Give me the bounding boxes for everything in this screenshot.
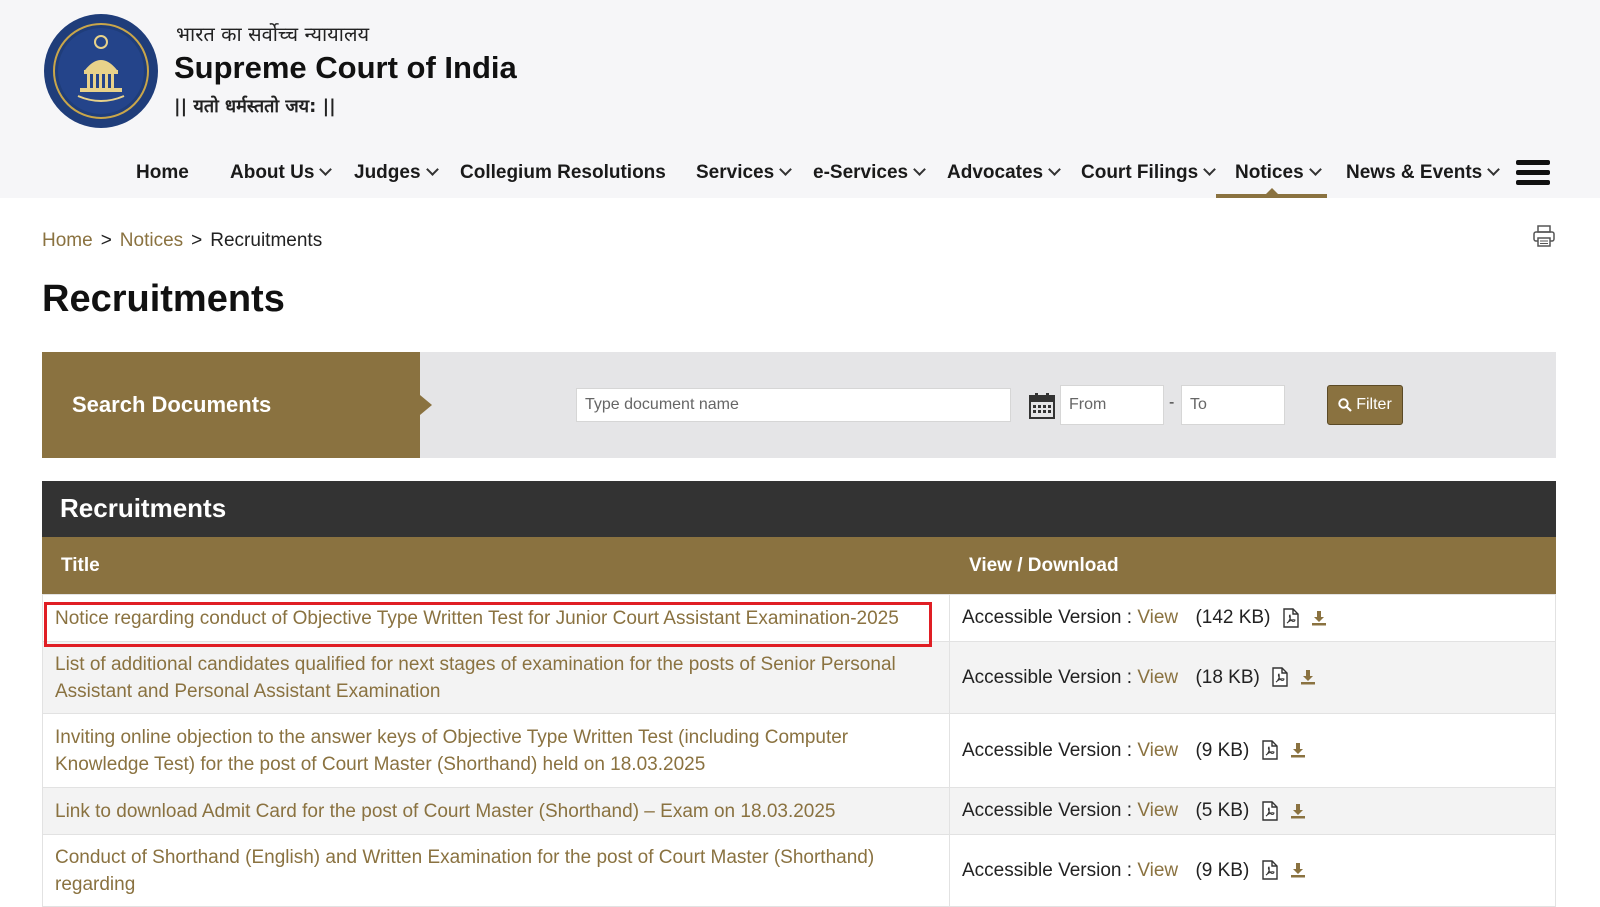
nav-label: e-Services xyxy=(813,162,909,183)
search-label-arrow xyxy=(420,395,432,415)
file-size: (5 KB) xyxy=(1195,800,1250,821)
nav-item-news-events[interactable]: News & Events xyxy=(1346,162,1501,184)
chevron-down-icon xyxy=(1487,163,1501,176)
pdf-icon[interactable] xyxy=(1271,667,1289,688)
download-icon[interactable] xyxy=(1300,669,1316,685)
filter-button-label: Filter xyxy=(1356,396,1392,413)
chevron-down-icon xyxy=(425,163,439,176)
column-header-view-download: View / Download xyxy=(969,555,1119,576)
table-row: Inviting online objection to the answer … xyxy=(42,713,1556,788)
print-icon[interactable] xyxy=(1532,224,1556,248)
nav-item-e-services[interactable]: e-Services xyxy=(813,162,926,184)
download-icon[interactable] xyxy=(1290,742,1306,758)
breadcrumb-notices[interactable]: Notices xyxy=(120,230,183,251)
file-size: (142 KB) xyxy=(1195,607,1271,628)
breadcrumb: Home > Notices > Recruitments xyxy=(42,230,322,252)
table-row: List of additional candidates qualified … xyxy=(42,641,1556,714)
table-header: Title View / Download xyxy=(42,537,1556,594)
site-title-hindi: भारत का सर्वोच्च न्यायालय xyxy=(176,22,370,46)
nav-item-home[interactable]: Home xyxy=(136,162,189,184)
download-icon[interactable] xyxy=(1290,803,1306,819)
view-link[interactable]: View xyxy=(1137,800,1178,821)
nav-label: Home xyxy=(136,162,189,183)
nav-label: Advocates xyxy=(947,162,1044,183)
active-nav-indicator xyxy=(1216,194,1327,198)
nav-label: Collegium Resolutions xyxy=(460,162,666,183)
page-title: Recruitments xyxy=(42,278,285,320)
pdf-icon[interactable] xyxy=(1261,740,1279,761)
main-nav: Home About Us Judges Collegium Resolutio… xyxy=(0,150,1600,198)
chevron-down-icon xyxy=(1308,163,1322,176)
nav-item-collegium-resolutions[interactable]: Collegium Resolutions xyxy=(460,162,666,184)
table-row: Conduct of Shorthand (English) and Writt… xyxy=(42,834,1556,907)
view-link[interactable]: View xyxy=(1137,667,1178,688)
accessible-version-label: Accessible Version : xyxy=(962,607,1133,628)
chevron-down-icon xyxy=(779,163,793,176)
nav-item-court-filings[interactable]: Court Filings xyxy=(1081,162,1217,184)
recruitments-panel: Recruitments Title View / Download Notic… xyxy=(42,481,1556,907)
download-icon[interactable] xyxy=(1311,610,1327,626)
hamburger-icon[interactable] xyxy=(1516,160,1550,186)
document-title-link[interactable]: Notice regarding conduct of Objective Ty… xyxy=(55,608,899,629)
view-link[interactable]: View xyxy=(1137,740,1178,761)
pdf-icon[interactable] xyxy=(1261,860,1279,881)
nav-label: Court Filings xyxy=(1081,162,1199,183)
file-size: (18 KB) xyxy=(1195,666,1260,688)
breadcrumb-separator: > xyxy=(191,230,203,251)
download-icon[interactable] xyxy=(1290,862,1306,878)
table-row: Link to download Admit Card for the post… xyxy=(42,787,1556,835)
nav-item-advocates[interactable]: Advocates xyxy=(947,162,1061,184)
nav-label: Services xyxy=(696,162,775,183)
column-header-title: Title xyxy=(61,555,100,576)
chevron-down-icon xyxy=(1048,163,1061,176)
accessible-version-label: Accessible Version : xyxy=(962,859,1133,881)
pdf-icon[interactable] xyxy=(1261,801,1279,821)
table-row: Notice regarding conduct of Objective Ty… xyxy=(42,594,1556,642)
date-from-input[interactable] xyxy=(1060,385,1164,425)
search-documents-label: Search Documents xyxy=(72,392,272,417)
nav-item-judges[interactable]: Judges xyxy=(354,162,439,184)
supreme-court-emblem-logo[interactable] xyxy=(42,12,160,130)
file-size: (9 KB) xyxy=(1195,739,1250,761)
nav-item-notices[interactable]: Notices xyxy=(1235,162,1322,184)
panel-heading: Recruitments xyxy=(42,481,1556,537)
pdf-icon[interactable] xyxy=(1282,608,1300,628)
search-documents-panel: Search Documents - Filter xyxy=(42,352,1556,458)
breadcrumb-current: Recruitments xyxy=(210,230,323,251)
nav-label: News & Events xyxy=(1346,162,1483,183)
nav-label: About Us xyxy=(230,162,315,183)
nav-item-about-us[interactable]: About Us xyxy=(230,162,333,184)
date-range-separator: - xyxy=(1169,394,1175,411)
chevron-down-icon xyxy=(1203,163,1217,176)
accessible-version-label: Accessible Version : xyxy=(962,800,1133,821)
nav-label: Notices xyxy=(1235,162,1304,183)
document-name-input[interactable] xyxy=(576,388,1011,422)
file-size: (9 KB) xyxy=(1195,859,1250,881)
nav-item-services[interactable]: Services xyxy=(696,162,793,184)
document-title-link[interactable]: Conduct of Shorthand (English) and Writt… xyxy=(55,847,874,895)
date-to-input[interactable] xyxy=(1181,385,1285,425)
view-link[interactable]: View xyxy=(1137,860,1178,881)
breadcrumb-home[interactable]: Home xyxy=(42,230,93,251)
recruitments-table: Notice regarding conduct of Objective Ty… xyxy=(42,594,1556,907)
accessible-version-label: Accessible Version : xyxy=(962,739,1133,761)
document-title-link[interactable]: List of additional candidates qualified … xyxy=(55,654,896,702)
filter-button[interactable]: Filter xyxy=(1327,385,1403,425)
chevron-down-icon xyxy=(319,163,333,176)
document-title-link[interactable]: Inviting online objection to the answer … xyxy=(55,727,848,775)
breadcrumb-separator: > xyxy=(100,230,112,251)
nav-label: Judges xyxy=(354,162,421,183)
document-title-link[interactable]: Link to download Admit Card for the post… xyxy=(55,801,836,822)
search-icon xyxy=(1338,398,1352,412)
view-link[interactable]: View xyxy=(1137,607,1178,628)
site-motto: || यतो धर्मस्ततो जय: || xyxy=(174,96,336,117)
site-header: भारत का सर्वोच्च न्यायालय Supreme Court … xyxy=(0,0,1600,198)
search-label-box: Search Documents xyxy=(42,352,420,458)
chevron-down-icon xyxy=(913,163,926,176)
calendar-icon[interactable] xyxy=(1028,392,1056,420)
accessible-version-label: Accessible Version : xyxy=(962,666,1133,688)
site-title[interactable]: Supreme Court of India xyxy=(174,50,517,86)
